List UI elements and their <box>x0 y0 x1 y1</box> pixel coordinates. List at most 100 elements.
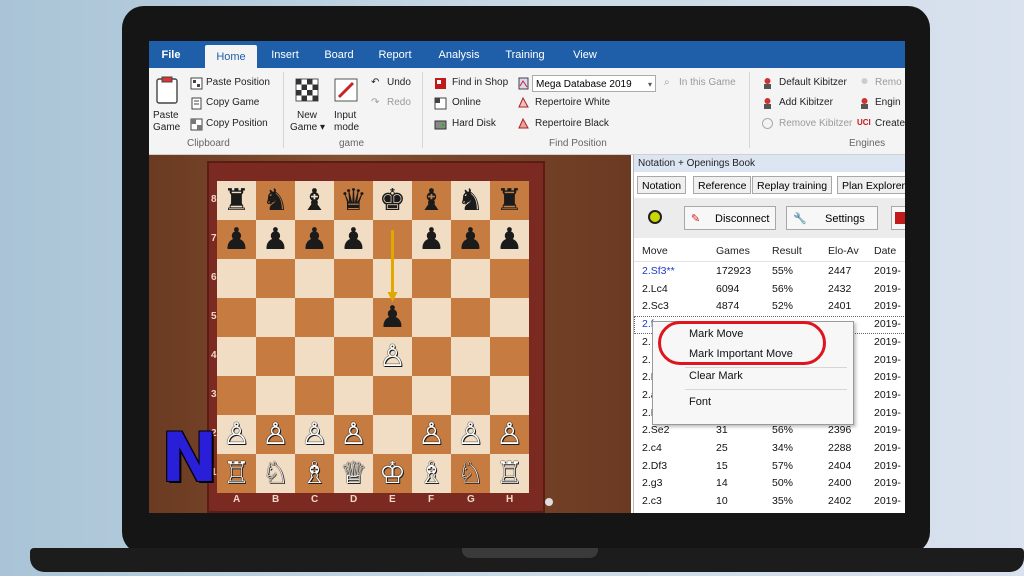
move-arrow <box>387 230 398 302</box>
ribbon-divider <box>749 72 750 148</box>
board-panel: ♜ ♞ ♝ ♛ ♚ ♝ ♞ ♜ ♟ ♟ ♟ ♟ ♟ ♟ ♟ ♟ ♙ ♙ ♙ ♙ ♙ ♙ ♙ ♙ ♖ ♘ ♗ ♕ ♔ ♗ ♘ ♖ 8 7 6 5 4 3 2 1… <box>149 155 631 513</box>
cell-date: 2019- <box>874 424 901 437</box>
repertoire-black-button[interactable]: Repertoire Black <box>535 118 609 129</box>
input-mode-label-1: Input <box>334 110 357 121</box>
table-row[interactable]: 2.Sc3 4874 52% 2401 2019- <box>634 298 905 316</box>
arrow-head <box>387 292 398 302</box>
table-row[interactable]: 2.c4 25 34% 2288 2019- <box>634 440 905 458</box>
table-row[interactable]: 2.Sf3** 172923 55% 2447 2019- <box>634 263 905 281</box>
default-kibitzer-button[interactable]: Default Kibitzer <box>779 77 847 88</box>
add-kibitzer-button[interactable]: Add Kibitzer <box>779 97 833 108</box>
tab-analysis[interactable]: Analysis <box>434 41 484 68</box>
clipboard-icon <box>156 76 178 104</box>
tab-board[interactable]: Board <box>319 41 359 68</box>
hard-disk-button[interactable]: Hard Disk <box>452 118 496 129</box>
remove-engine-button[interactable]: Remo <box>875 77 902 88</box>
toolbar-overflow-icon[interactable] <box>891 206 905 230</box>
cell-elo: 2400 <box>828 477 852 490</box>
undo-icon: ↶ <box>371 77 380 88</box>
paste-position-icon <box>190 77 203 90</box>
create-engine-button[interactable]: Create <box>875 118 905 129</box>
paste-position-button[interactable]: Paste Position <box>206 77 270 88</box>
cell-date: 2019- <box>874 442 901 454</box>
col-result[interactable]: Result <box>772 245 802 257</box>
cell-result: 57% <box>772 459 794 472</box>
copy-position-icon <box>190 118 203 131</box>
ribbon-divider <box>422 72 423 148</box>
col-date[interactable]: Date <box>874 245 896 257</box>
input-mode-label-2: mode <box>334 122 360 133</box>
tab-notation[interactable]: Notation <box>637 176 687 194</box>
disconnect-label: Disconnect <box>715 213 770 225</box>
redo-icon: ↷ <box>371 97 380 108</box>
col-elo-av[interactable]: Elo-Av <box>828 245 859 257</box>
highlight-annotation <box>658 321 826 365</box>
col-move[interactable]: Move <box>642 245 668 257</box>
table-row[interactable]: 2.g3 14 50% 2400 2019- <box>634 475 905 493</box>
tab-view[interactable]: View <box>565 41 605 68</box>
tab-insert[interactable]: Insert <box>263 41 307 68</box>
remove-engine-icon <box>861 78 868 84</box>
cell-move: 2.Se2 <box>642 424 670 437</box>
chessboard-icon <box>295 78 319 102</box>
table-row[interactable]: 2.Df3 15 57% 2404 2019- <box>634 458 905 476</box>
tab-training[interactable]: Training <box>500 41 550 68</box>
paste-game-label-2: Game <box>153 122 181 133</box>
cell-games: 172923 <box>716 265 752 277</box>
online-button[interactable]: Online <box>452 97 481 108</box>
cell-date: 2019- <box>874 406 901 419</box>
settings-button[interactable]: 🔧 Settings <box>786 206 878 230</box>
remove-kibitzer-button[interactable]: Remove Kibitzer <box>779 118 852 129</box>
add-kibitzer-icon <box>764 98 771 109</box>
status-led-icon <box>648 210 662 224</box>
find-position-group-label: Find Position <box>549 138 607 149</box>
cell-games: 25 <box>716 442 728 454</box>
cell-date: 2019- <box>874 318 901 331</box>
cell-result: 34% <box>772 442 794 454</box>
cell-date: 2019- <box>874 495 901 508</box>
tab-home[interactable]: Home <box>205 45 257 68</box>
game-group-label: game <box>339 138 365 149</box>
menu-item-clear-mark[interactable]: Clear Mark <box>689 370 743 382</box>
find-in-shop-button[interactable]: Find in Shop <box>452 77 508 88</box>
cell-elo: 2401 <box>828 300 852 313</box>
menu-item-font[interactable]: Font <box>689 396 711 408</box>
cell-elo: 2288 <box>828 442 852 454</box>
ribbon: Paste Game Paste Position Copy Game Copy… <box>149 68 905 155</box>
tab-file[interactable]: File <box>153 41 189 68</box>
table-row[interactable]: 2.c3 10 35% 2402 2019- <box>634 493 905 511</box>
database-select[interactable]: Mega Database 2019 ▾ <box>532 75 656 92</box>
cell-date: 2019- <box>874 353 901 366</box>
kibitzer-icon <box>764 78 771 89</box>
cell-result: 50% <box>772 477 794 490</box>
redo-button[interactable]: Redo <box>387 97 411 108</box>
tab-replay-training[interactable]: Replay training <box>752 176 833 194</box>
tab-report[interactable]: Report <box>373 41 417 68</box>
undo-button[interactable]: Undo <box>387 77 411 88</box>
repertoire-white-button[interactable]: Repertoire White <box>535 97 610 108</box>
database-icon <box>518 77 529 90</box>
new-game-label-1: New <box>297 110 318 121</box>
copy-position-button[interactable]: Copy Position <box>206 118 268 129</box>
copy-game-button[interactable]: Copy Game <box>206 97 259 108</box>
col-games[interactable]: Games <box>716 245 750 257</box>
search-icon: ⌕ <box>664 77 670 88</box>
pane-tab-bar: Notation Reference Replay training Plan … <box>634 174 905 196</box>
in-this-game-button[interactable]: In this Game <box>679 77 736 88</box>
book-toolbar: ✎ Disconnect 🔧 Settings <box>634 198 905 238</box>
paste-game-label-1: Paste <box>153 110 179 121</box>
disconnect-button[interactable]: ✎ Disconnect <box>684 206 776 230</box>
cell-games: 14 <box>716 477 728 490</box>
table-row[interactable]: 2.Lc4 6094 56% 2432 2019- <box>634 281 905 299</box>
tab-plan-explorer[interactable]: Plan Explorer <box>837 176 905 194</box>
cell-result: 35% <box>772 495 794 508</box>
cell-date: 2019- <box>874 282 901 295</box>
pencil-icon <box>334 78 358 102</box>
settings-label: Settings <box>825 213 865 225</box>
cell-result: 55% <box>772 265 794 277</box>
cell-date: 2019- <box>874 371 901 384</box>
engine-button[interactable]: Engin <box>875 97 901 108</box>
cell-date: 2019- <box>874 388 901 401</box>
clipboard-group-label: Clipboard <box>187 138 230 149</box>
tab-reference[interactable]: Reference <box>693 176 752 194</box>
